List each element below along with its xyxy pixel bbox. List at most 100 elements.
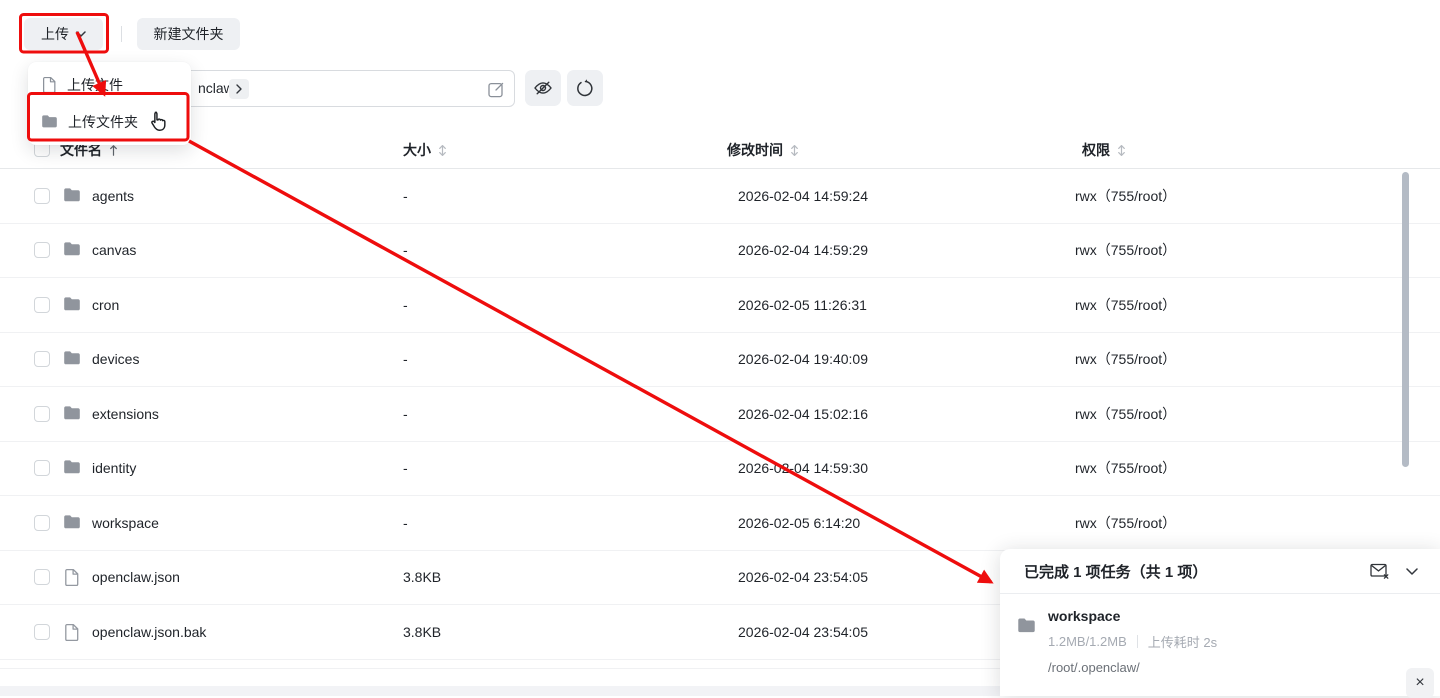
toolbar-divider [121, 26, 122, 42]
file-modified: 2026-02-05 11:26:31 [738, 297, 867, 313]
vertical-scrollbar-thumb[interactable] [1402, 172, 1409, 467]
file-name[interactable]: workspace [92, 515, 159, 531]
file-size: - [403, 242, 408, 258]
file-modified: 2026-02-04 19:40:09 [738, 351, 868, 367]
folder-icon [63, 514, 81, 532]
file-size: - [403, 460, 408, 476]
toggle-hidden-files-button[interactable] [525, 70, 561, 106]
envelope-x-icon [1370, 563, 1390, 580]
task-item-name: workspace [1048, 608, 1120, 624]
table-row[interactable]: devices - 2026-02-04 19:40:09 rwx（755/ro… [0, 333, 1440, 388]
folder-icon [63, 241, 81, 259]
refresh-icon [576, 79, 595, 98]
upload-task-panel: 已完成 1 项任务（共 1 项） workspace 1.2MB/1.2MB 上… [1000, 549, 1440, 696]
file-name[interactable]: openclaw.json.bak [92, 624, 206, 640]
new-folder-button-label: 新建文件夹 [154, 24, 224, 44]
file-name[interactable]: cron [92, 297, 119, 313]
file-size: 3.8KB [403, 569, 441, 585]
file-name[interactable]: extensions [92, 406, 159, 422]
row-checkbox[interactable] [34, 624, 50, 640]
table-row[interactable]: workspace - 2026-02-05 6:14:20 rwx（755/r… [0, 496, 1440, 551]
file-size: 3.8KB [403, 624, 441, 640]
file-name[interactable]: openclaw.json [92, 569, 180, 585]
meta-divider [1137, 635, 1138, 648]
folder-icon [63, 459, 81, 477]
row-checkbox[interactable] [34, 188, 50, 204]
table-row[interactable]: extensions - 2026-02-04 15:02:16 rwx（755… [0, 387, 1440, 442]
sort-asc-icon[interactable] [108, 144, 119, 157]
file-permission: rwx（755/root） [1075, 240, 1176, 260]
eye-off-icon [533, 78, 553, 98]
row-checkbox[interactable] [34, 515, 50, 531]
file-icon [63, 568, 80, 586]
file-permission: rwx（755/root） [1075, 404, 1176, 424]
menu-item-upload-folder[interactable]: 上传文件夹 [28, 103, 191, 140]
file-size: - [403, 351, 408, 367]
close-task-button[interactable]: × [1406, 668, 1434, 698]
file-size: - [403, 406, 408, 422]
edit-path-button[interactable] [487, 80, 505, 98]
header-permission[interactable]: 权限 [1082, 140, 1127, 160]
path-bar: nclaw [137, 70, 515, 107]
sort-icon[interactable] [437, 144, 448, 157]
file-name[interactable]: canvas [92, 242, 136, 258]
menu-item-label: 上传文件 [67, 75, 123, 95]
row-checkbox[interactable] [34, 460, 50, 476]
row-checkbox[interactable] [34, 569, 50, 585]
header-size[interactable]: 大小 [403, 140, 448, 160]
row-checkbox[interactable] [34, 297, 50, 313]
new-folder-button[interactable]: 新建文件夹 [137, 18, 240, 50]
file-name[interactable]: devices [92, 351, 139, 367]
sort-icon[interactable] [789, 144, 800, 157]
table-row[interactable]: canvas - 2026-02-04 14:59:29 rwx（755/roo… [0, 224, 1440, 279]
task-progress: 1.2MB/1.2MB [1048, 634, 1127, 649]
row-checkbox[interactable] [34, 242, 50, 258]
file-size: - [403, 515, 408, 531]
file-modified: 2026-02-04 23:54:05 [738, 569, 868, 585]
folder-icon [63, 187, 81, 205]
row-checkbox[interactable] [34, 406, 50, 422]
clear-notifications-button[interactable] [1368, 559, 1392, 583]
task-panel-title: 已完成 1 项任务（共 1 项） [1024, 561, 1368, 582]
file-modified: 2026-02-04 14:59:30 [738, 460, 868, 476]
upload-button[interactable]: 上传 [24, 18, 103, 50]
folder-icon [63, 350, 81, 368]
row-checkbox[interactable] [34, 351, 50, 367]
file-permission: rwx（755/root） [1075, 349, 1176, 369]
table-row[interactable]: cron - 2026-02-05 11:26:31 rwx（755/root） [0, 278, 1440, 333]
file-modified: 2026-02-04 15:02:16 [738, 406, 868, 422]
table-header: 文件名 大小 修改时间 权限 [0, 128, 1440, 169]
file-modified: 2026-02-04 23:54:05 [738, 624, 868, 640]
sort-icon[interactable] [1116, 144, 1127, 157]
folder-icon [63, 296, 81, 314]
file-permission: rwx（755/root） [1075, 458, 1176, 478]
menu-item-label: 上传文件夹 [68, 112, 138, 132]
file-modified: 2026-02-04 14:59:24 [738, 188, 868, 204]
chevron-down-icon [1406, 568, 1418, 575]
file-icon [63, 623, 80, 641]
file-permission: rwx（755/root） [1075, 186, 1176, 206]
folder-icon [1017, 617, 1036, 637]
header-modified-time[interactable]: 修改时间 [727, 140, 800, 160]
collapse-panel-button[interactable] [1400, 559, 1424, 583]
file-modified: 2026-02-04 14:59:29 [738, 242, 868, 258]
chevron-down-icon [76, 31, 86, 38]
file-modified: 2026-02-05 6:14:20 [738, 515, 860, 531]
upload-button-label: 上传 [41, 24, 69, 44]
menu-item-upload-file[interactable]: 上传文件 [28, 66, 191, 103]
task-duration: 上传耗时 2s [1148, 632, 1217, 651]
folder-icon [41, 114, 58, 129]
file-size: - [403, 188, 408, 204]
upload-dropdown-menu: 上传文件 上传文件夹 [28, 62, 191, 145]
task-item-path: /root/.openclaw/ [1048, 660, 1140, 675]
task-item: workspace 1.2MB/1.2MB 上传耗时 2s /root/.ope… [1000, 595, 1440, 696]
refresh-button[interactable] [567, 70, 603, 106]
table-row[interactable]: agents - 2026-02-04 14:59:24 rwx（755/roo… [0, 169, 1440, 224]
file-name[interactable]: agents [92, 188, 134, 204]
task-panel-header: 已完成 1 项任务（共 1 项） [1000, 549, 1440, 594]
file-name[interactable]: identity [92, 460, 136, 476]
chevron-right-icon [236, 84, 242, 94]
table-row[interactable]: identity - 2026-02-04 14:59:30 rwx（755/r… [0, 442, 1440, 497]
file-icon [41, 76, 57, 94]
breadcrumb-expand-chip[interactable] [229, 79, 249, 99]
